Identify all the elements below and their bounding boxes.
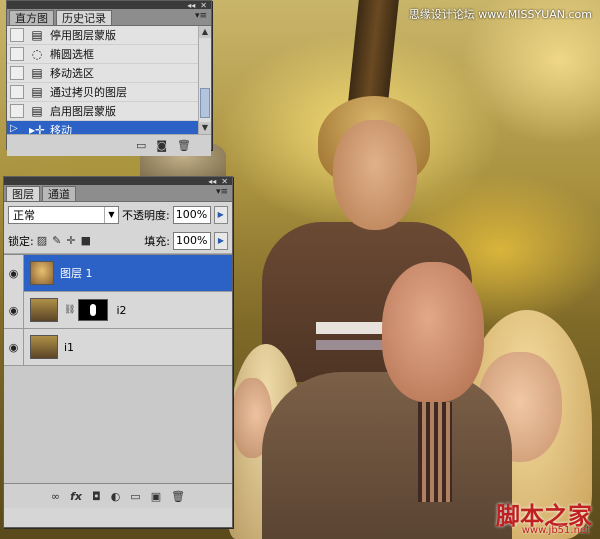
blend-row: 正常 ▼ 不透明度: 100% ▶ [4, 202, 232, 228]
new-document-from-state-icon[interactable]: ▭ [136, 139, 146, 152]
history-item-label: 通过拷贝的图层 [50, 86, 127, 99]
new-layer-icon[interactable]: ▣ [151, 490, 161, 503]
ellipse-marquee-icon: ◌ [31, 46, 43, 61]
group-folder-icon[interactable]: ▭ [130, 490, 140, 503]
history-item-label: 椭圆选框 [50, 48, 94, 61]
tab-layers[interactable]: 图层 [6, 186, 40, 201]
history-source-checkbox[interactable] [10, 28, 24, 42]
tab-histogram[interactable]: 直方图 [9, 10, 54, 25]
history-panel: ◂◂ ✕ 直方图 历史记录 ▾≡ ▤ 停用图层蒙版 ◌ 椭圆选框 ▤ 移动选区 … [6, 0, 212, 156]
opacity-field[interactable]: 100% [172, 206, 211, 224]
history-source-checkbox[interactable] [10, 47, 24, 61]
man-shirt [418, 402, 452, 502]
opacity-slider-button[interactable]: ▶ [213, 206, 228, 224]
scroll-up-icon[interactable]: ▲ [199, 26, 211, 38]
history-item[interactable]: ▤ 移动选区 [7, 64, 211, 83]
history-item[interactable]: ▤ 启用图层蒙版 [7, 102, 211, 121]
layer-name: i2 [116, 303, 127, 317]
history-state-icon: ▤ [31, 103, 43, 118]
lock-transparency-icon[interactable]: ▨ [37, 234, 47, 247]
eye-icon[interactable]: ◉ [4, 328, 24, 366]
layer-thumbnail [30, 298, 58, 322]
panel-titlebar[interactable]: ◂◂ ✕ [7, 1, 211, 10]
trash-icon[interactable]: 🗑 [171, 490, 185, 503]
history-state-icon: ▤ [31, 84, 43, 99]
layers-footer: ∞ fx ◘ ◐ ▭ ▣ 🗑 [4, 484, 232, 508]
history-list: ▤ 停用图层蒙版 ◌ 椭圆选框 ▤ 移动选区 ▤ 通过拷贝的图层 ▤ 启用图层蒙… [7, 26, 211, 134]
layer-name: 图层 1 [60, 267, 93, 280]
layer-row-i1[interactable]: ◉ i1 [4, 328, 232, 366]
blend-mode-select[interactable]: 正常 ▼ [8, 206, 119, 224]
history-item-label: 启用图层蒙版 [50, 105, 116, 118]
layer-row-layer1[interactable]: ◉ 图层 1 [4, 254, 232, 292]
scroll-down-icon[interactable]: ▼ [199, 122, 211, 134]
layers-panel: ◂◂ ✕ 图层 通道 ▾≡ 正常 ▼ 不透明度: 100% ▶ 锁定: ▨ ✎ … [3, 176, 233, 528]
watermark-url: www.jb51.net [521, 525, 590, 536]
layers-tabs: 图层 通道 ▾≡ [4, 185, 232, 202]
history-source-checkbox[interactable] [10, 66, 24, 80]
lock-all-icon[interactable]: ■ [81, 234, 91, 247]
man-jacket [262, 372, 512, 539]
fx-icon[interactable]: fx [70, 490, 82, 503]
fill-label: 填充: [144, 234, 170, 248]
history-brush-source-icon[interactable]: ▷ [10, 123, 24, 134]
fill-slider-button[interactable]: ▶ [214, 231, 228, 250]
history-scrollbar[interactable]: ▲ ▼ [198, 26, 211, 134]
eye-icon[interactable]: ◉ [4, 291, 24, 329]
panel-titlebar[interactable]: ◂◂ ✕ [4, 177, 232, 186]
fill-field[interactable]: 100% [173, 231, 211, 250]
boy-face [333, 120, 417, 230]
history-item[interactable]: ◌ 椭圆选框 [7, 45, 211, 64]
mask-icon[interactable]: ◘ [92, 490, 101, 503]
history-state-icon: ▤ [31, 27, 43, 42]
history-tabs: 直方图 历史记录 ▾≡ [7, 9, 211, 26]
tab-channels[interactable]: 通道 [42, 186, 76, 201]
watermark-top: 思缘设计论坛 www.MISSYUAN.com [408, 8, 592, 21]
mask-link-icon[interactable]: ⛓ [64, 305, 75, 315]
scroll-thumb[interactable] [200, 88, 210, 118]
opacity-label: 不透明度: [122, 209, 170, 222]
adjustment-icon[interactable]: ◐ [111, 490, 121, 503]
history-item-label: 停用图层蒙版 [50, 29, 116, 42]
link-icon[interactable]: ∞ [51, 490, 60, 503]
layer-thumbnail [30, 261, 54, 285]
history-source-checkbox[interactable] [10, 104, 24, 118]
history-source-checkbox[interactable] [10, 85, 24, 99]
man-head [382, 262, 484, 402]
trash-icon[interactable]: 🗑 [177, 139, 191, 152]
lock-row: 锁定: ▨ ✎ ✛ ■ 填充: 100% ▶ [4, 228, 232, 254]
history-item-label: 移动选区 [50, 67, 94, 80]
panel-menu-icon[interactable]: ▾≡ [195, 11, 207, 21]
layer-thumbnail [30, 335, 58, 359]
tab-history[interactable]: 历史记录 [56, 10, 112, 25]
panel-menu-icon[interactable]: ▾≡ [216, 187, 228, 197]
layer-row-i2[interactable]: ◉ ⛓ i2 [4, 291, 232, 329]
layer-list: ◉ 图层 1 ◉ ⛓ i2 ◉ i1 [4, 254, 232, 484]
lock-brush-icon[interactable]: ✎ [52, 234, 61, 247]
history-footer: ▭ ◙ 🗑 [7, 134, 211, 156]
layer-name: i1 [64, 340, 75, 354]
lock-label: 锁定: [8, 234, 34, 248]
chevron-down-icon[interactable]: ▼ [104, 207, 118, 223]
history-state-icon: ▤ [31, 65, 43, 80]
history-item-selected[interactable]: ▷ ▸✛ 移动 [7, 121, 211, 134]
history-item[interactable]: ▤ 停用图层蒙版 [7, 26, 211, 45]
history-item[interactable]: ▤ 通过拷贝的图层 [7, 83, 211, 102]
history-item-label: 移动 [50, 124, 72, 134]
lock-position-icon[interactable]: ✛ [66, 234, 75, 247]
snapshot-camera-icon[interactable]: ◙ [156, 139, 167, 152]
eye-icon[interactable]: ◉ [4, 254, 24, 292]
blend-mode-value: 正常 [13, 209, 35, 222]
layer-mask-thumbnail[interactable] [78, 299, 109, 321]
move-tool-icon: ▸✛ [29, 122, 46, 135]
